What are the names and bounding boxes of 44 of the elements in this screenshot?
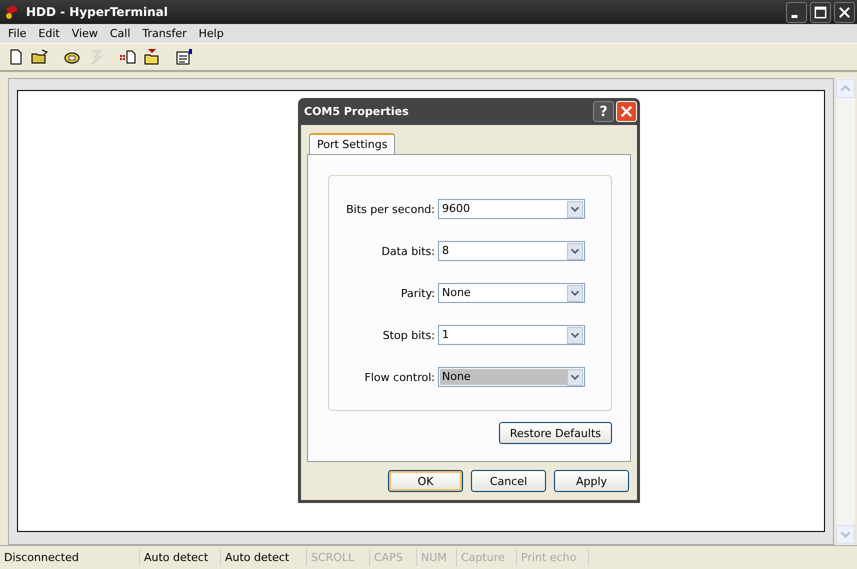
dropdown[interactable]: None: [438, 367, 585, 387]
field-label: Data bits:: [381, 244, 435, 258]
dialog-button[interactable]: Cancel: [471, 470, 546, 492]
dropdown-value: None: [440, 369, 567, 385]
field-label: Stop bits:: [382, 328, 435, 342]
close-icon: [619, 104, 634, 119]
dropdown[interactable]: 8: [438, 241, 585, 261]
status-pane: CAPS: [370, 549, 417, 566]
status-pane: Auto detect: [140, 549, 221, 566]
dialog-button[interactable]: OK: [388, 470, 463, 492]
window-title: HDD - HyperTerminal: [26, 5, 169, 19]
maximize-button[interactable]: [810, 2, 831, 22]
dropdown[interactable]: 1: [438, 325, 585, 345]
menu-item[interactable]: View: [66, 27, 104, 40]
restore-defaults-button[interactable]: Restore Defaults: [498, 422, 612, 444]
dropdown[interactable]: None: [438, 283, 585, 303]
menu-item[interactable]: Edit: [32, 27, 66, 40]
status-pane: Disconnected: [0, 549, 140, 566]
close-icon: [837, 4, 852, 20]
status-pane: Auto detect: [221, 549, 307, 566]
field-label: Parity:: [400, 286, 435, 300]
field-label: Bits per second:: [346, 202, 435, 216]
field-label: Flow control:: [364, 370, 435, 384]
status-pane: Print echo: [517, 549, 589, 566]
minimize-icon: [791, 14, 798, 18]
dialog-button[interactable]: Apply: [554, 470, 629, 492]
status-pane: NUM: [417, 549, 457, 566]
menu-item[interactable]: Transfer: [136, 27, 193, 40]
dropdown[interactable]: 9600: [438, 199, 585, 219]
dropdown-value: 8: [441, 243, 450, 259]
dropdown-value: 1: [441, 327, 450, 343]
dialog-title: COM5 Properties: [304, 105, 410, 118]
status-pane: Capture: [457, 549, 517, 566]
tab[interactable]: Port Settings: [309, 133, 396, 154]
menu-item[interactable]: Call: [104, 27, 136, 40]
maximize-icon: [813, 4, 828, 20]
dropdown-value: None: [441, 285, 472, 301]
menu-item[interactable]: File: [2, 27, 32, 40]
dropdown-value: 9600: [441, 201, 471, 217]
help-button[interactable]: ?: [593, 101, 614, 122]
minimize-button[interactable]: [786, 2, 807, 22]
status-pane: SCROLL: [307, 549, 370, 566]
menu-item[interactable]: Help: [192, 27, 230, 40]
close-button[interactable]: [834, 2, 855, 22]
